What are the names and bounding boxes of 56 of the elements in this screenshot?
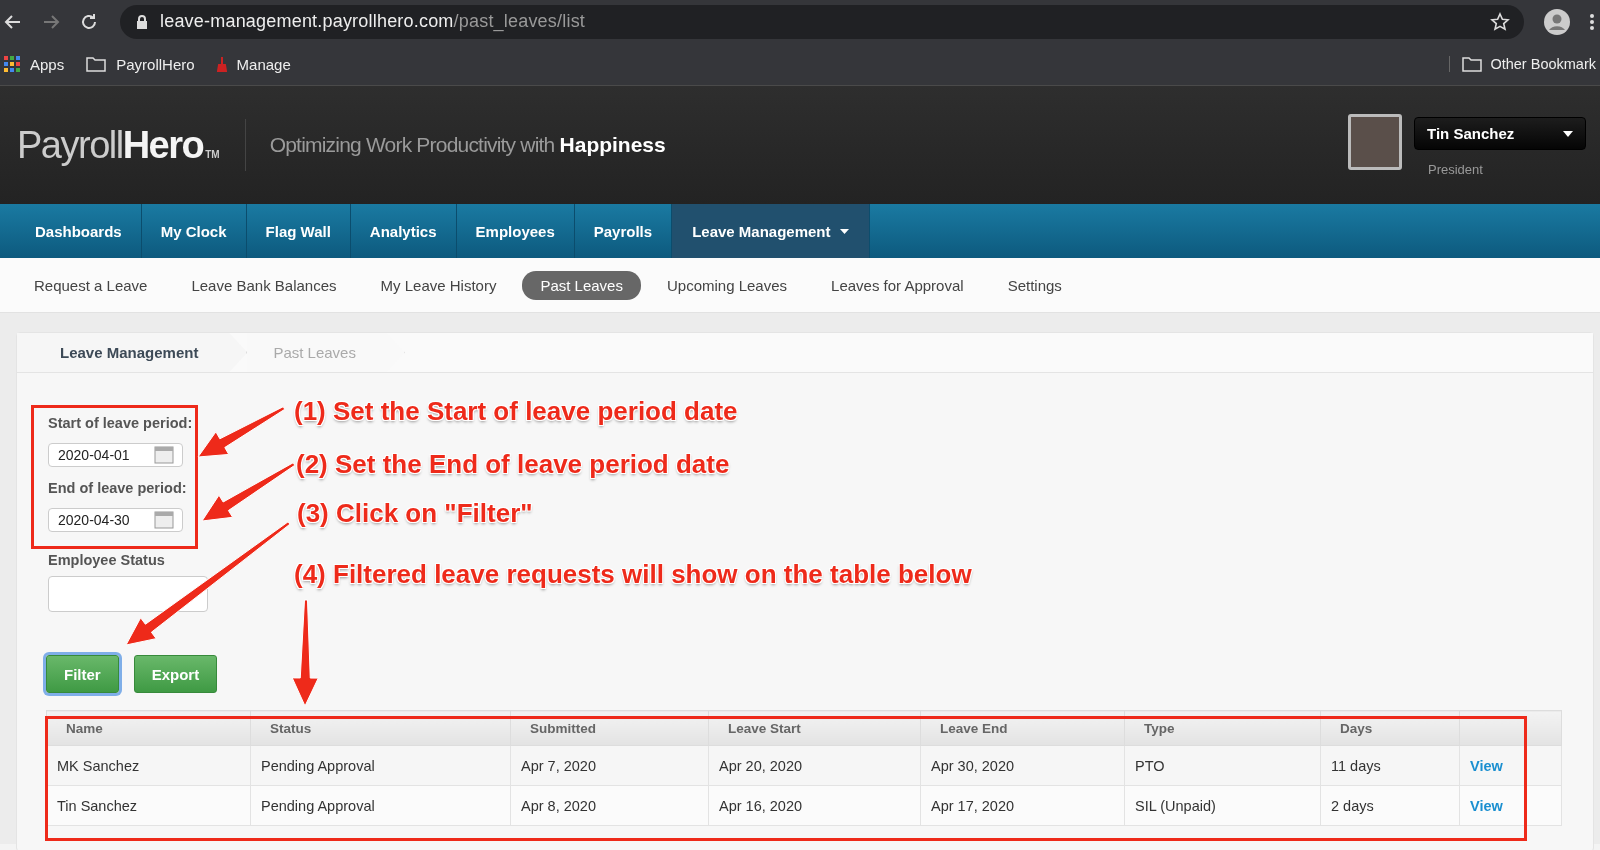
lock-icon (136, 14, 148, 29)
table-cell: Apr 16, 2020 (708, 785, 921, 826)
table-cell: Apr 8, 2020 (510, 785, 709, 826)
date-field[interactable]: 2020-04-01 (48, 443, 183, 467)
star-icon[interactable] (1490, 11, 1510, 32)
forward-icon[interactable] (42, 12, 60, 31)
back-icon[interactable] (4, 12, 22, 31)
table-cell: Pending Approval (250, 785, 511, 826)
annotation-text: (4) Filtered leave requests will show on the table below (294, 559, 972, 590)
bookmark-item[interactable]: PayrollHero (86, 55, 195, 73)
table-cell: Apr 17, 2020 (920, 785, 1125, 826)
table-cell: Tin Sanchez (46, 785, 251, 826)
subnav-link[interactable]: Leave Bank Balances (173, 270, 355, 300)
select-field[interactable] (48, 576, 208, 612)
nav-tab[interactable]: Leave Management (672, 204, 870, 258)
menu-icon[interactable] (1590, 12, 1594, 31)
field-label: Employee Status (47, 552, 165, 568)
user-role: President (1427, 162, 1484, 177)
field-label: Start of leave period: (47, 415, 193, 431)
annotation-text: (1) Set the Start of leave period date (294, 396, 738, 427)
table-cell: Apr 7, 2020 (510, 745, 709, 786)
table-cell: Apr 20, 2020 (708, 745, 921, 786)
subnav-link[interactable]: Request a Leave (16, 270, 166, 300)
apps-grid-icon (4, 56, 20, 72)
user-menu-button[interactable]: Tin Sanchez (1414, 117, 1586, 150)
table-cell: 11 days (1320, 745, 1460, 786)
breadcrumb-link[interactable]: Leave Management (17, 333, 248, 372)
annotation-text: (2) Set the End of leave period date (296, 449, 730, 480)
profile-icon[interactable] (1544, 8, 1570, 35)
table-cell: 2 days (1320, 785, 1460, 826)
folder-icon (1462, 56, 1483, 72)
table-cell: SIL (Unpaid) (1124, 785, 1321, 826)
subnav-link[interactable]: My Leave History (362, 270, 515, 300)
bookmark-item[interactable]: Manage (216, 55, 291, 73)
caret-icon (1563, 130, 1573, 137)
folder-icon (86, 56, 107, 72)
subnav-link[interactable]: Upcoming Leaves (648, 270, 806, 300)
logo[interactable]: PayrollHeroTM (17, 123, 220, 167)
url-text: leave-management.payrollhero.com/past_leaves/list (160, 11, 586, 32)
table-cell: Pending Approval (250, 745, 511, 786)
date-field[interactable]: 2020-04-30 (48, 508, 183, 532)
table-cell: PTO (1124, 745, 1321, 786)
subnav-link[interactable]: Leaves for Approval (813, 270, 982, 300)
bookmark-item[interactable]: Other Bookmark (1449, 56, 1596, 72)
address-bar[interactable]: leave-management.payrollhero.com/past_leaves/list (120, 4, 1524, 39)
bookmark-item[interactable]: Apps (4, 55, 65, 73)
annotation-text: (3) Click on "Filter" (297, 498, 533, 529)
table-cell: Apr 30, 2020 (920, 745, 1125, 786)
subnav-link[interactable]: Past Leaves (522, 270, 641, 300)
photo-placeholder (1348, 114, 1402, 170)
reload-icon[interactable] (80, 12, 98, 31)
field-label: End of leave period: (47, 480, 187, 496)
table-cell: MK Sanchez (46, 745, 251, 786)
subnav-link[interactable]: Settings (989, 270, 1080, 300)
brush-icon (216, 56, 227, 72)
tagline: Optimizing Work Productivity with Happiness (269, 133, 666, 157)
